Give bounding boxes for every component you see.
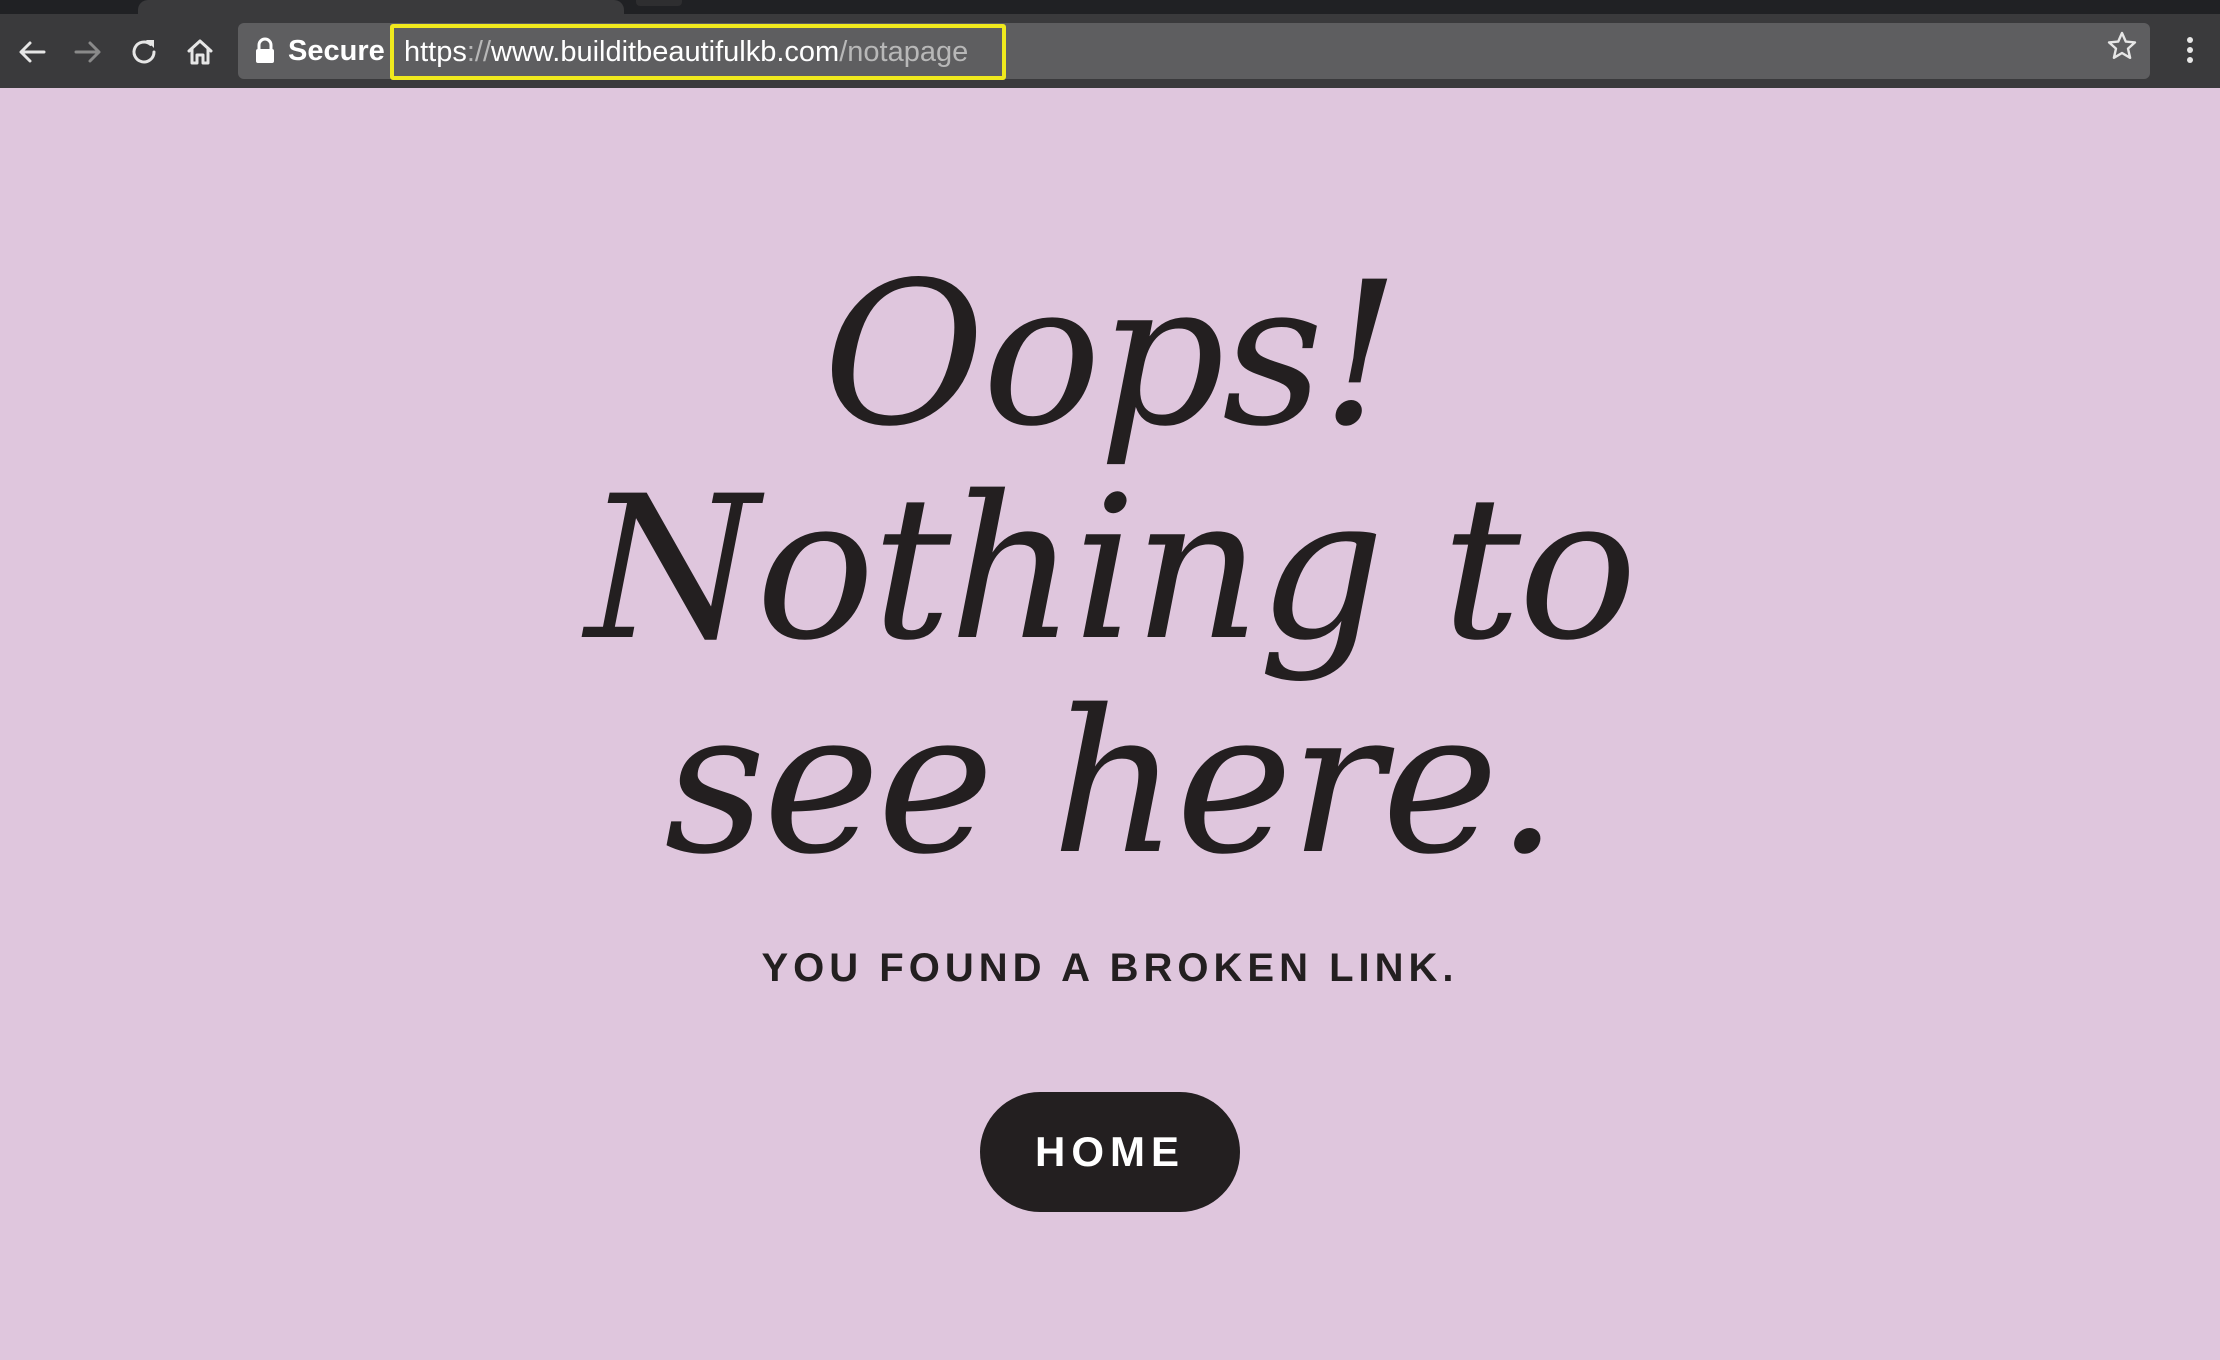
page-content: Oops! Nothing to see here. YOU FOUND A B… [0,88,2220,1360]
reload-icon [128,36,160,68]
url-scheme: https [404,36,467,68]
arrow-right-icon [72,36,104,68]
page-subtitle: YOU FOUND A BROKEN LINK. [761,946,1459,990]
url-separator: :// [466,36,492,68]
url-path: /notapage [839,36,969,68]
star-icon [2106,30,2138,66]
forward-button[interactable] [68,32,108,72]
address-bar[interactable]: Secure https://www.builditbeautifulkb.co… [238,23,2150,80]
active-tab[interactable] [138,0,624,14]
secure-label: Secure [288,35,385,67]
home-icon [184,36,216,68]
kebab-menu-icon [2185,34,2195,70]
reload-button[interactable] [124,32,164,72]
arrow-left-icon [16,36,48,68]
headline-line-2: Nothing to [585,453,1638,684]
url-host: www.builditbeautifulkb.com [491,36,840,68]
url-text[interactable]: https://www.builditbeautifulkb.com/notap… [390,24,1006,80]
new-tab-button[interactable] [636,0,682,6]
lock-icon [254,37,276,65]
home-button[interactable]: HOME [980,1092,1240,1212]
tab-strip [0,0,2220,14]
headline-line-3: see here. [664,667,1558,898]
back-button[interactable] [12,32,52,72]
browser-toolbar: Secure https://www.builditbeautifulkb.co… [0,14,2220,88]
headline-line-1: Oops! [822,239,1400,470]
page-headline: Oops! Nothing to see here. [0,248,2220,890]
home-nav-button[interactable] [180,32,220,72]
browser-menu-button[interactable] [2170,32,2210,72]
bookmark-button[interactable] [2102,28,2142,68]
browser-chrome: Secure https://www.builditbeautifulkb.co… [0,0,2220,88]
